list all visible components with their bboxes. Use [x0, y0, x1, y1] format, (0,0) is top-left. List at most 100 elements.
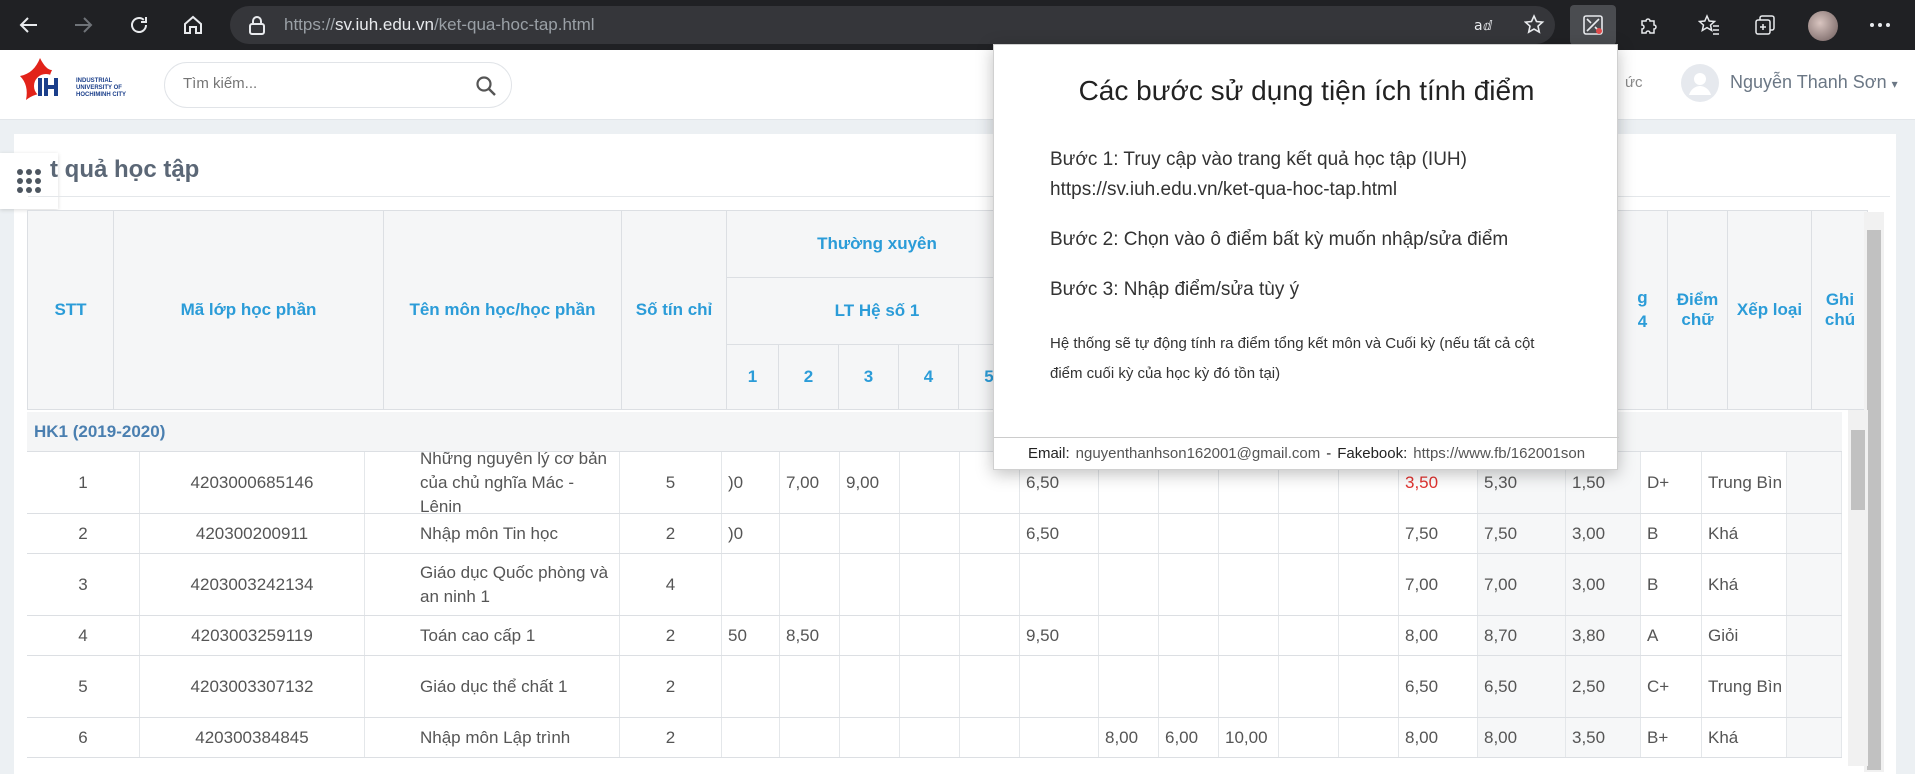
cell-x3[interactable] — [900, 554, 960, 615]
extensions-puzzle-icon[interactable] — [1634, 10, 1664, 40]
popup-step-1: Bước 1: Truy cập vào trang kết quả học t… — [1050, 145, 1590, 205]
cell-e1[interactable] — [1279, 616, 1339, 655]
cell-stt: 5 — [27, 656, 140, 717]
extension-active-icon[interactable] — [1570, 5, 1616, 45]
profile-avatar-icon[interactable] — [1808, 11, 1838, 41]
cell-t1[interactable]: 8,00 — [1099, 718, 1159, 757]
cell-x2[interactable] — [840, 656, 900, 717]
home-icon[interactable] — [178, 10, 208, 40]
forward-icon[interactable] — [68, 10, 98, 40]
popup-facebook-link[interactable]: https://www.fb/162001son — [1413, 445, 1585, 462]
cell-t2[interactable] — [1159, 616, 1219, 655]
table-row: 2 420300200911 Nhập môn Tin học 2)0 6,50 7,50… — [27, 514, 1842, 554]
cell-x1[interactable] — [780, 656, 840, 717]
cell-t3[interactable] — [1219, 656, 1279, 717]
cell-t1[interactable] — [1099, 554, 1159, 615]
search-icon[interactable] — [475, 75, 497, 97]
collections-icon[interactable] — [1750, 10, 1780, 40]
cell-x1[interactable] — [780, 554, 840, 615]
cell-t2[interactable]: 6,00 — [1159, 718, 1219, 757]
cell-x4[interactable] — [960, 616, 1020, 655]
col-lt-he-so: LT Hệ số 1 — [834, 301, 920, 320]
read-aloud-icon[interactable]: aⅆ — [1470, 10, 1500, 40]
cell-gk[interactable]: 9,50 — [1020, 616, 1099, 655]
cell-ck[interactable]: 7,50 — [1399, 514, 1478, 553]
cell-x4[interactable] — [960, 718, 1020, 757]
cell-e1[interactable] — [1279, 514, 1339, 553]
cell-x1[interactable] — [780, 514, 840, 553]
cell-gk[interactable] — [1020, 656, 1099, 717]
cell-e2[interactable] — [1339, 554, 1399, 615]
cell-e2[interactable] — [1339, 656, 1399, 717]
svg-text:a: a — [1474, 18, 1483, 34]
table-scrollbar[interactable] — [1848, 410, 1868, 766]
cell-xl: Trung Bìn — [1702, 452, 1787, 513]
cell-t1[interactable] — [1099, 514, 1159, 553]
cell-x3[interactable] — [900, 452, 960, 513]
cell-e1[interactable] — [1279, 718, 1339, 757]
back-icon[interactable] — [14, 10, 44, 40]
address-bar[interactable]: https://sv.iuh.edu.vn/ket-qua-hoc-tap.ht… — [230, 6, 1555, 44]
cell-t2[interactable] — [1159, 656, 1219, 717]
popup-email[interactable]: nguyenthanhson162001@gmail.com — [1076, 445, 1321, 462]
iuh-logo[interactable]: INDUSTRIAL UNIVERSITY OF HOCHIMINH CITY — [14, 56, 144, 112]
cell-ma: 4203003242134 — [140, 554, 365, 615]
cell-e2[interactable] — [1339, 616, 1399, 655]
cell-t3[interactable]: 10,00 — [1219, 718, 1279, 757]
cell-e2[interactable] — [1339, 718, 1399, 757]
cell-x1[interactable]: 7,00 — [780, 452, 840, 513]
cell-x2[interactable]: 9,00 — [840, 452, 900, 513]
cell-x2[interactable] — [840, 616, 900, 655]
cell-x0[interactable]: 50 — [722, 616, 780, 655]
cell-x3[interactable] — [900, 514, 960, 553]
cell-stt: 4 — [27, 616, 140, 655]
menu-partial-label[interactable]: ức — [1625, 74, 1643, 91]
cell-x0[interactable] — [722, 554, 780, 615]
cell-t2[interactable] — [1159, 554, 1219, 615]
cell-e2[interactable] — [1339, 514, 1399, 553]
cell-x3[interactable] — [900, 718, 960, 757]
cell-t3[interactable] — [1219, 514, 1279, 553]
cell-gk[interactable] — [1020, 554, 1099, 615]
cell-e1[interactable] — [1279, 656, 1339, 717]
cell-t1[interactable] — [1099, 616, 1159, 655]
cell-x0[interactable] — [722, 718, 780, 757]
cell-chu: B+ — [1641, 718, 1702, 757]
user-menu[interactable]: Nguyễn Thanh Sơn ▾ — [1730, 72, 1898, 93]
cell-gk[interactable] — [1020, 718, 1099, 757]
cell-x1[interactable] — [780, 718, 840, 757]
cell-ck[interactable]: 7,00 — [1399, 554, 1478, 615]
cell-ck[interactable]: 8,00 — [1399, 616, 1478, 655]
cell-x4[interactable] — [960, 554, 1020, 615]
cell-ten: Nhập môn Lập trình — [414, 718, 620, 757]
cell-x0[interactable]: )0 — [722, 514, 780, 553]
cell-tc: 2 — [620, 718, 722, 757]
more-menu-icon[interactable] — [1865, 10, 1895, 40]
cell-x2[interactable] — [840, 514, 900, 553]
cell-x2[interactable] — [840, 554, 900, 615]
col-diem-chu: Điểm chữ — [1668, 211, 1728, 409]
cell-x2[interactable] — [840, 718, 900, 757]
favorites-icon[interactable] — [1694, 10, 1724, 40]
cell-e1[interactable] — [1279, 554, 1339, 615]
popup-step-1-url[interactable]: https://sv.iuh.edu.vn/ket-qua-hoc-tap.ht… — [1050, 175, 1590, 205]
cell-x0[interactable] — [722, 656, 780, 717]
cell-x1[interactable]: 8,50 — [780, 616, 840, 655]
cell-ck[interactable]: 6,50 — [1399, 656, 1478, 717]
cell-t3[interactable] — [1219, 616, 1279, 655]
cell-x4[interactable] — [960, 514, 1020, 553]
cell-t1[interactable] — [1099, 656, 1159, 717]
reload-icon[interactable] — [124, 10, 154, 40]
cell-x0[interactable]: )0 — [722, 452, 780, 513]
cell-x3[interactable] — [900, 616, 960, 655]
cell-t2[interactable] — [1159, 514, 1219, 553]
cell-ck[interactable]: 8,00 — [1399, 718, 1478, 757]
cell-t3[interactable] — [1219, 554, 1279, 615]
cell-x4[interactable] — [960, 656, 1020, 717]
cell-tc: 2 — [620, 616, 722, 655]
favorite-add-icon[interactable] — [1520, 10, 1550, 40]
search-input[interactable] — [183, 75, 463, 92]
cell-x3[interactable] — [900, 656, 960, 717]
cell-gk[interactable]: 6,50 — [1020, 514, 1099, 553]
user-avatar[interactable] — [1681, 64, 1719, 102]
